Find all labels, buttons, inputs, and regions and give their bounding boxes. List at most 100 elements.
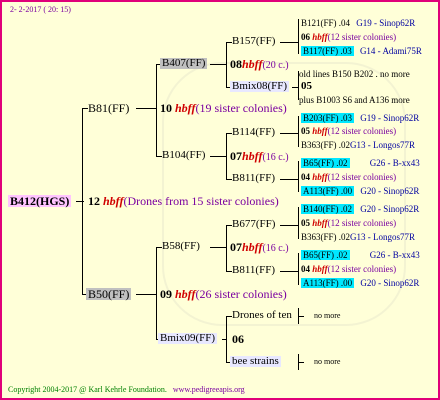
gen2-b58-note: (16 c.) — [262, 243, 289, 254]
gen4-name[interactable]: B65(FF) .02 — [301, 158, 350, 168]
connector — [210, 247, 226, 248]
gen4-note: (12 sister colonies) — [327, 218, 397, 228]
gen4-loc: G19 - Sinop62R — [356, 18, 416, 28]
gen3-bee-more: no more — [314, 357, 341, 366]
gen4-num: 04 — [301, 264, 310, 274]
gen4-num: 05 — [301, 218, 310, 228]
gen2-b407-line: 08hbff(20 c.) — [230, 58, 289, 71]
gen1-top-name[interactable]: B81(FF) — [88, 102, 129, 114]
gen4-hbff: hbff — [312, 126, 328, 136]
gen4-val: .02 — [338, 232, 351, 242]
gen4-num: 06 — [301, 32, 310, 42]
gen4-name[interactable]: B140(FF) .02 — [301, 204, 355, 214]
connector — [222, 339, 226, 340]
gen2-bmix09-name[interactable]: Bmix09(FF) — [158, 333, 218, 344]
gen4-row: B203(FF) .03 G19 - Sinop62R — [301, 113, 420, 123]
connector — [280, 133, 298, 134]
gen4-loc: G26 - B-xx43 — [369, 250, 420, 260]
gen1-top-line: 10 hbff(19 sister colonies) — [160, 102, 287, 114]
gen2-b104-line: 07hbff(16 c.) — [230, 150, 289, 163]
connector — [298, 207, 299, 239]
connector — [298, 316, 304, 317]
gen1-top-num: 10 — [160, 101, 172, 115]
gen4-row: A113(FF) .00 G20 - Sinop62R — [301, 186, 419, 196]
footer-copyright: Copyright 2004-2017 @ Karl Kehrle Founda… — [8, 385, 167, 394]
gen4-hbff: hbff — [312, 32, 328, 42]
connector — [156, 64, 157, 156]
connector — [156, 247, 157, 339]
gen4-val: .04 — [338, 18, 351, 28]
connector — [226, 225, 227, 271]
connector — [226, 133, 227, 179]
gen4-num: 05 — [301, 126, 310, 136]
gen4-hbff: hbff — [312, 218, 328, 228]
root-hbff: hbff — [103, 194, 124, 208]
gen3-bmix08-num: 05 — [301, 80, 312, 92]
gen2-b407-num: 08 — [230, 57, 242, 71]
connector — [226, 42, 227, 87]
gen1-bottom-name[interactable]: B50(FF) — [86, 288, 132, 300]
gen4-name[interactable]: A113(FF) .00 — [301, 186, 355, 196]
connector — [136, 294, 156, 295]
gen3-bee-name[interactable]: bee strains — [230, 356, 281, 367]
gen4-name[interactable]: A113(FF) .00 — [301, 278, 355, 288]
connector — [280, 225, 298, 226]
gen2-b104-name[interactable]: B104(FF) — [162, 150, 205, 161]
root-queen[interactable]: B412(HGS) — [8, 195, 72, 207]
gen3-drones-name[interactable]: Drones of ten — [232, 310, 292, 321]
gen4-loc: G20 - Sinop62R — [360, 278, 420, 288]
gen4-name[interactable]: B121(FF) — [301, 18, 337, 28]
date-stamp: 2- 2-2017 ( 20: 15) — [10, 5, 71, 14]
gen1-bottom-line: 09 hbff(26 sister colonies) — [160, 288, 287, 300]
connector — [298, 19, 299, 54]
gen1-top-hbff: hbff — [175, 101, 196, 115]
gen4-row: B65(FF) .02 G26 - B-xx43 — [301, 158, 420, 168]
connector — [280, 42, 298, 43]
gen4-name[interactable]: B363(FF) — [301, 232, 337, 242]
gen4-note: (12 sister colonies) — [327, 32, 397, 42]
gen2-bmix09-num: 06 — [232, 332, 244, 346]
gen4-hbff: hbff — [312, 264, 328, 274]
gen4-name[interactable]: B65(FF) .02 — [301, 250, 350, 260]
connector — [298, 116, 299, 147]
gen3-b114-name[interactable]: B114(FF) — [232, 127, 275, 138]
gen4-name[interactable]: B363(FF) — [301, 140, 337, 150]
gen3-drones-more: no more — [314, 311, 341, 320]
connector — [298, 253, 299, 285]
gen2-b104-note: (16 c.) — [262, 152, 289, 163]
gen4-row: B363(FF) .02G13 - Longos77R — [301, 233, 415, 242]
connector — [292, 87, 298, 88]
root-line: 12 hbff(Drones from 15 sister colonies) — [88, 195, 279, 207]
gen4-name[interactable]: B203(FF) .03 — [301, 113, 355, 123]
gen4-loc: G19 - Sinop62R — [360, 113, 420, 123]
gen4-loc: G13 - Longos77R — [350, 140, 416, 150]
connector — [210, 156, 226, 157]
gen4-row: 04 hbff(12 sister colonies) — [301, 265, 396, 274]
gen3-b677-name[interactable]: B677(FF) — [232, 219, 275, 230]
gen4-row: 06 hbff(12 sister colonies) — [301, 33, 396, 42]
gen1-bottom-hbff: hbff — [175, 287, 196, 301]
gen1-bottom-note: (26 sister colonies) — [195, 287, 287, 301]
gen4-plus: plus B1003 S6 and A136 more — [299, 95, 410, 105]
connector — [136, 108, 156, 109]
footer-site[interactable]: www.pedigreeapis.org — [173, 385, 245, 394]
gen4-row: 05 hbff(12 sister colonies) — [301, 219, 396, 228]
gen4-loc: G26 - B-xx43 — [369, 158, 420, 168]
connector — [298, 362, 304, 363]
connector — [280, 179, 298, 180]
gen4-row: B117(FF) .03 G14 - Adami75R — [301, 46, 422, 56]
gen3-b157-name[interactable]: B157(FF) — [232, 36, 275, 47]
root-num: 12 — [88, 194, 100, 208]
gen4-loc: G20 - Sinop62R — [360, 204, 420, 214]
root-note: (Drones from 15 sister colonies) — [123, 194, 279, 208]
gen2-b407-hbff: hbff — [242, 57, 263, 71]
pedigree-panel: 2- 2-2017 ( 20: 15) B412(HGS) 12 hbff(Dr — [0, 0, 440, 400]
gen3-b811b-name[interactable]: B811(FF) — [232, 265, 275, 276]
gen4-note: (12 sister colonies) — [327, 264, 397, 274]
gen2-b407-name[interactable]: B407(FF) — [160, 58, 208, 69]
gen3-b811a-name[interactable]: B811(FF) — [232, 173, 275, 184]
gen3-bmix08-name[interactable]: Bmix08(FF) — [230, 81, 290, 92]
gen4-name[interactable]: B117(FF) .03 — [301, 46, 354, 56]
gen2-b58-name[interactable]: B58(FF) — [162, 241, 200, 252]
gen4-loc: G13 - Longos77R — [350, 232, 416, 242]
